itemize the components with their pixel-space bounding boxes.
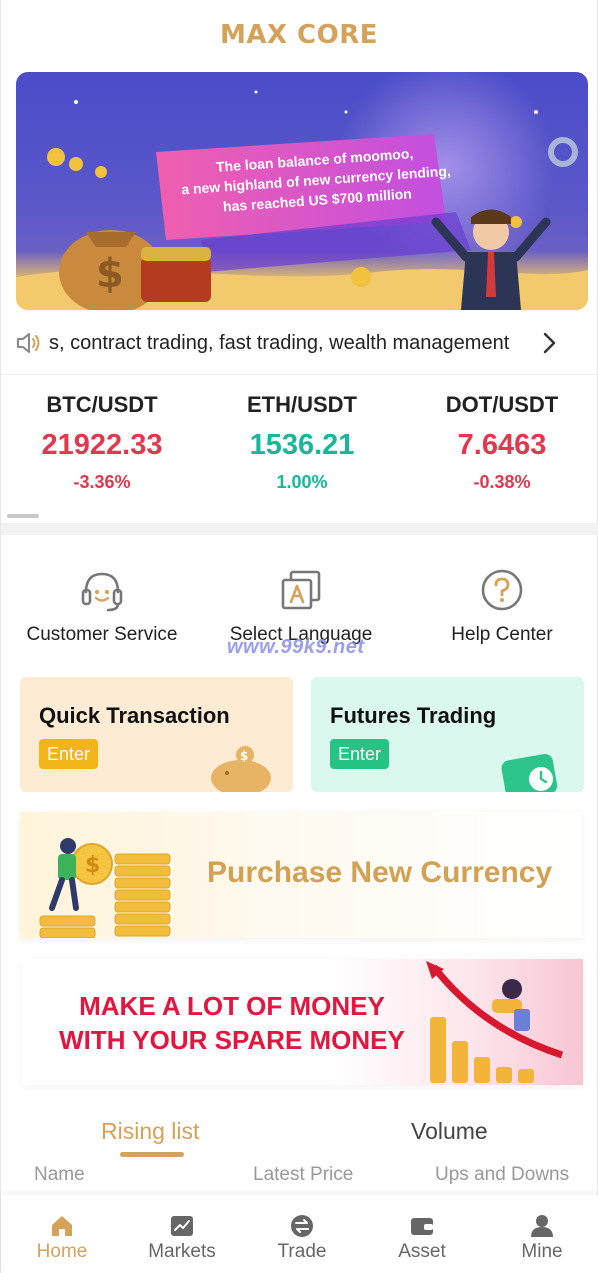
column-ups-downs: Ups and Downs (435, 1164, 570, 1185)
markets-icon (171, 1216, 193, 1236)
header: MAX CORE (1, 0, 597, 70)
ticker-price: 21922.33 (41, 429, 163, 461)
help-icon (481, 569, 523, 611)
rank-table-header: Name Latest Price Ups and Downs (1, 1164, 598, 1190)
notice-bar[interactable]: s, contract trading, fast trading, wealt… (1, 318, 598, 368)
svg-text:$: $ (85, 853, 100, 878)
section-divider (1, 523, 598, 535)
customer-service-label: Customer Service (26, 624, 178, 645)
nav-asset[interactable]: Asset (362, 1195, 482, 1273)
nav-mine[interactable]: Mine (482, 1195, 598, 1273)
select-language-button[interactable]: Select Language (201, 560, 401, 646)
watermark-text: www.99k9.net (227, 636, 365, 658)
active-tab-indicator (120, 1152, 184, 1157)
futures-trading-enter-button[interactable]: Enter (330, 739, 390, 769)
nav-asset-label: Asset (398, 1241, 446, 1262)
nav-markets[interactable]: Markets (122, 1195, 242, 1273)
speaker-icon (17, 333, 40, 353)
user-icon (531, 1215, 553, 1237)
nav-markets-label: Markets (148, 1241, 216, 1262)
tab-volume[interactable]: Volume (411, 1118, 488, 1145)
piggy-bank-icon: $ (211, 746, 271, 792)
app-title: MAX CORE (219, 20, 379, 50)
purchase-new-currency-banner[interactable]: $ Purchase New Currency (20, 812, 582, 938)
tab-rising-list[interactable]: Rising list (101, 1118, 199, 1145)
column-name: Name (34, 1164, 85, 1185)
rank-tabs: Rising list Volume (1, 1110, 598, 1160)
bottom-nav: Home Markets Trade Asset Mine (1, 1195, 598, 1273)
nav-home-label: Home (36, 1241, 88, 1262)
futures-trading-title: Futures Trading (330, 703, 497, 728)
notice-text: s, contract trading, fast trading, wealt… (49, 332, 510, 354)
spare-money-line: WITH YOUR SPARE MONEY (59, 1025, 405, 1055)
help-center-button[interactable]: Help Center (402, 560, 598, 646)
nav-home[interactable]: Home (2, 1195, 122, 1273)
spare-money-banner[interactable]: MAKE A LOT OF MONEY WITH YOUR SPARE MONE… (22, 959, 583, 1085)
nav-mine-label: Mine (521, 1241, 563, 1262)
help-center-label: Help Center (451, 624, 553, 645)
ticker-card[interactable]: DOT/USDT 7.6463 -0.38% (402, 388, 598, 496)
purchase-new-currency-text: Purchase New Currency (207, 856, 553, 889)
ticker-card[interactable]: BTC/USDT 21922.33 -3.36% (2, 388, 202, 496)
ticker-change: 1.00% (276, 472, 328, 492)
ticker-card[interactable]: ETH/USDT 1536.21 1.00% (202, 388, 402, 496)
ticker-price: 7.6463 (457, 429, 547, 461)
quick-transaction-title: Quick Transaction (39, 703, 230, 728)
quick-transaction-card[interactable]: Quick Transaction Enter $ (20, 677, 293, 792)
quick-transaction-enter-button[interactable]: Enter (39, 739, 99, 769)
trade-icon (291, 1215, 313, 1237)
promo-banner[interactable]: $ The loan balance of moomoo, a new high… (16, 72, 588, 310)
nav-trade-label: Trade (277, 1241, 327, 1262)
coin-stack-illustration: $ (39, 838, 171, 938)
svg-text:$: $ (240, 749, 248, 763)
language-icon (281, 570, 321, 610)
ticker-price: 1536.21 (249, 429, 355, 461)
ticker-strip: BTC/USDT 21922.33 -3.36% ETH/USDT 1536.2… (1, 388, 598, 518)
ticker-pair: DOT/USDT (445, 392, 559, 417)
svg-text:$: $ (96, 251, 124, 297)
scroll-indicator (7, 514, 39, 518)
wallet-icon (411, 1218, 433, 1235)
falling-chart-illustration (426, 961, 564, 1083)
home-icon (52, 1216, 72, 1236)
ticker-pair: ETH/USDT (247, 392, 357, 417)
headset-icon (81, 572, 123, 612)
nav-trade[interactable]: Trade (242, 1195, 362, 1273)
divider (1, 374, 598, 375)
ticker-change: -3.36% (73, 472, 131, 492)
spare-money-line: MAKE A LOT OF MONEY (79, 991, 385, 1021)
app-root: MAX CORE $ The loan balance of moomoo, a… (0, 0, 598, 1273)
ticker-change: -0.38% (473, 472, 531, 492)
customer-service-button[interactable]: Customer Service (2, 560, 202, 646)
column-latest-price: Latest Price (253, 1164, 354, 1185)
futures-trading-card[interactable]: Futures Trading Enter (311, 677, 584, 792)
ticker-pair: BTC/USDT (46, 392, 158, 417)
wallet-clock-icon (501, 754, 558, 792)
chevron-right-icon[interactable] (539, 330, 559, 356)
